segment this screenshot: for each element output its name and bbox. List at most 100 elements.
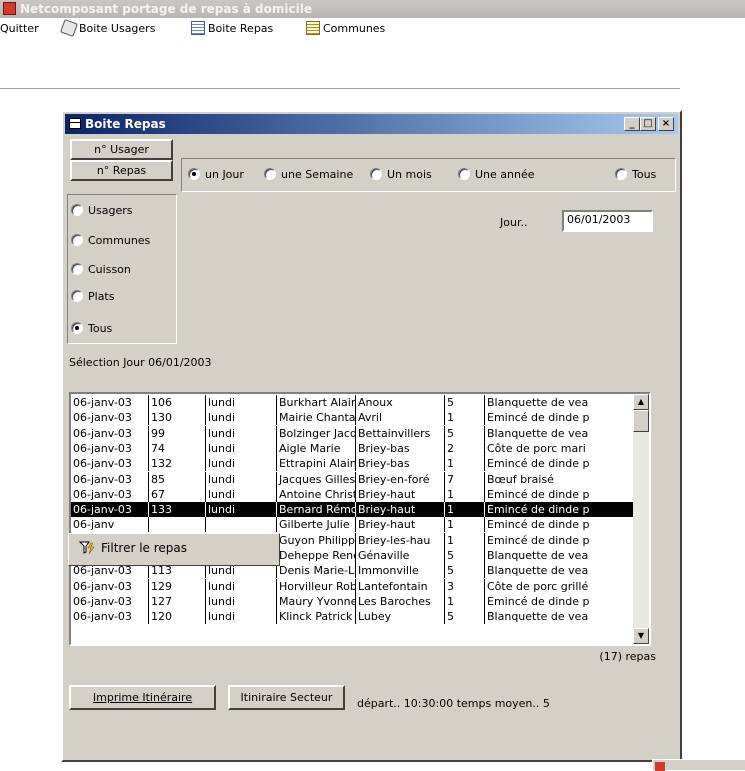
app-title: Netcomposant portage de repas à domicile: [20, 2, 312, 16]
repas-count: (17) repas: [599, 650, 656, 663]
menu-communes[interactable]: Communes: [306, 18, 385, 40]
table-row[interactable]: 06-janv-03 85 lundi Jacques Gilles Briey-en-…: [71, 471, 641, 487]
table-cell: 74: [149, 440, 206, 456]
table-cell: 5: [445, 563, 485, 579]
menu-bar: Quitter Boite Usagers Boite Repas Commun…: [0, 18, 745, 42]
filter-cuisson[interactable]: Cuisson: [71, 262, 131, 278]
table-cell: 5: [445, 395, 485, 410]
table-row[interactable]: 06-janv-03 120 lundi Klinck Patrick Lubey 5 Bl…: [71, 609, 641, 625]
radio-icon: [370, 168, 382, 180]
period-un-mois[interactable]: Un mois: [370, 167, 432, 183]
filter-tous[interactable]: Tous: [71, 321, 112, 337]
table-cell: Klinck Patrick: [277, 609, 356, 625]
table-cell: Aigle Marie: [277, 440, 356, 456]
filter-communes[interactable]: Communes: [71, 233, 150, 249]
table-cell: Mairie Chantal: [279, 410, 356, 426]
table-cell: Briey-les-hau: [356, 532, 445, 548]
menu-boite-repas[interactable]: Boite Repas: [191, 18, 273, 40]
period-un-jour[interactable]: un Jour: [188, 167, 244, 183]
table-cell: Emincé de dinde p: [485, 486, 641, 502]
table-row[interactable]: 06-janv-03 133 lundi Bernard Rémon Briey-hau…: [71, 502, 641, 518]
sort-usager-button[interactable]: n° Usager: [70, 139, 173, 160]
table-row[interactable]: 06-janv-03127lundiMaury Yvonne \Les Baro…: [71, 593, 641, 609]
table-cell: Blanquette de vea: [485, 395, 641, 410]
table-cell: lundi: [206, 410, 277, 426]
table-cell: Bolzinger Jacqu: [279, 425, 356, 441]
table-row[interactable]: 06-janv Gilberte Julie Briey-haut 1 Emincé d…: [71, 517, 641, 533]
table-cell: 5: [445, 425, 485, 441]
scroll-up-arrow-icon[interactable]: ▲: [633, 394, 649, 410]
table-cell: 06-janv-03: [71, 395, 149, 410]
table-cell: 67: [149, 486, 206, 502]
table-cell: Briey-haut: [356, 502, 445, 518]
table-cell: lundi: [206, 440, 277, 456]
print-itinerary-button[interactable]: Imprime Itinéraire: [69, 685, 216, 710]
table-cell: Blanquette de vea: [485, 425, 641, 441]
table-cell: Guyon Philippe: [279, 532, 356, 548]
table-cell: 3: [445, 578, 485, 594]
sector-itinerary-button[interactable]: Itiniraire Secteur: [228, 685, 345, 710]
table-row[interactable]: 06-janv-03 99 lundi Bolzinger Jacqu Bettainv…: [71, 425, 641, 441]
table-row[interactable]: 06-janv-03 130 lundi Mairie Chantal Avril 1 Em…: [71, 410, 641, 426]
table-cell: Burkhart Alain: [279, 395, 356, 410]
table-cell: Les Baroches: [356, 593, 445, 609]
table-cell: Côte de porc mari: [485, 440, 641, 456]
menu-quitter[interactable]: Quitter: [0, 18, 39, 40]
filter-repas-menu-item[interactable]: Filtrer le repas: [73, 538, 274, 558]
table-row[interactable]: 06-janv-03 132 lundi Ettrapini Alain Briey-b…: [71, 456, 641, 472]
maximize-button[interactable]: □: [640, 117, 656, 131]
period-une-semaine[interactable]: une Semaine: [264, 167, 353, 183]
table-cell: lundi: [206, 486, 277, 502]
filter-option-group: Usagers Communes Cuisson Plats Tous: [67, 194, 177, 344]
sort-repas-button[interactable]: n° Repas: [70, 160, 173, 181]
period-une-annee[interactable]: Une année: [458, 167, 535, 183]
minimized-app-button[interactable]: [652, 759, 745, 771]
table-cell: Horvilleur Rober: [277, 578, 356, 594]
radio-icon: [71, 322, 83, 334]
table-cell: 1: [445, 593, 485, 609]
pencil-icon: [60, 19, 78, 37]
day-input[interactable]: 06/01/2003: [562, 210, 653, 232]
scroll-thumb[interactable]: [633, 410, 649, 432]
table-cell: 85: [149, 471, 206, 487]
table-cell: Côte de porc grillé: [485, 578, 641, 594]
period-option-group: un Jour une Semaine Un mois Une année To…: [181, 158, 676, 192]
table-cell: Blanquette de vea: [485, 563, 641, 579]
table-cell: 133: [149, 502, 206, 518]
table-cell: Ettrapini Alain: [279, 456, 356, 472]
table-cell: Blanquette de vea: [485, 609, 641, 625]
filter-plats[interactable]: Plats: [71, 289, 114, 305]
window-title-bar[interactable]: Boite Repas _ □ ×: [65, 114, 678, 134]
list-scrollbar[interactable]: ▲ ▼: [633, 394, 649, 644]
table-cell: 06-janv-03: [71, 440, 149, 456]
period-tous[interactable]: Tous: [615, 167, 656, 183]
repas-list[interactable]: 06-janv-03 106 lundi Burkhart Alain Anoux 5 Bl…: [69, 392, 651, 646]
filter-usagers[interactable]: Usagers: [71, 203, 133, 219]
table-cell: Anoux: [356, 395, 445, 410]
table-row[interactable]: 06-janv-03 74 lundi Aigle Marie Briey-bas 2 Cô…: [71, 440, 641, 456]
table-cell: Antoine Christia: [277, 486, 356, 502]
context-menu: Filtrer le repas: [68, 533, 280, 566]
table-cell: lundi: [206, 425, 277, 441]
table-cell: Bettainvillers: [356, 425, 445, 441]
table-cell: 1: [445, 486, 485, 502]
table-cell: Emincé de dinde p: [485, 532, 641, 548]
table-row[interactable]: 06-janv-03129lundiHorvilleur RoberLantef…: [71, 578, 641, 594]
table-cell: 106: [149, 395, 206, 410]
table-cell: lundi: [206, 471, 277, 487]
table-cell: lundi: [206, 578, 277, 594]
table-cell: Emincé de dinde p: [485, 593, 641, 609]
menu-boite-usagers[interactable]: Boite Usagers: [60, 18, 155, 40]
table-icon: [306, 21, 320, 35]
table-cell: 06-janv-03: [71, 410, 149, 426]
minimize-button[interactable]: _: [624, 117, 640, 131]
table-cell: lundi: [206, 456, 277, 472]
table-cell: 5: [445, 548, 485, 563]
table-cell: 06-janv-03: [71, 578, 149, 594]
scroll-down-arrow-icon[interactable]: ▼: [633, 628, 649, 644]
table-cell: Immonville: [356, 563, 445, 579]
table-row[interactable]: 06-janv-0367lundiAntoine ChristiaBriey-h…: [71, 486, 641, 502]
close-button[interactable]: ×: [658, 117, 674, 131]
table-row[interactable]: 06-janv-03 106 lundi Burkhart Alain Anoux 5 Bl…: [71, 395, 641, 410]
radio-icon: [188, 168, 200, 180]
